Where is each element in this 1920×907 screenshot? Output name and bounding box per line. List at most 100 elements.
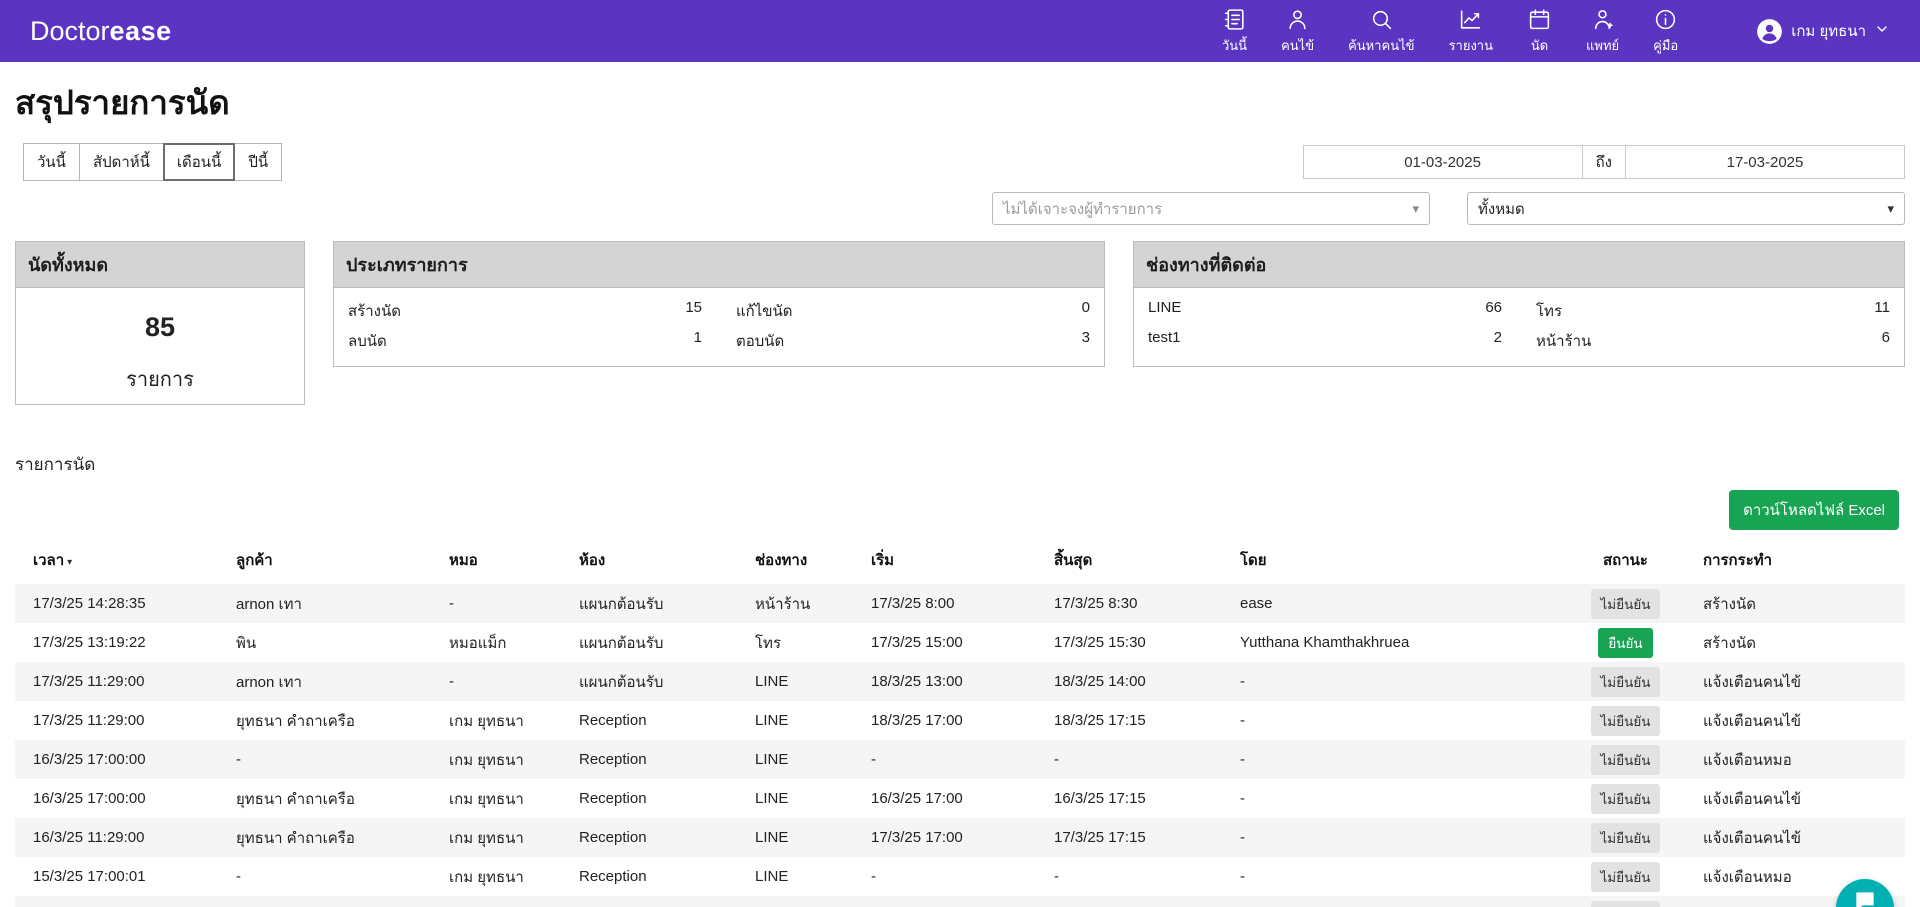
- today-agenda-icon: [1222, 7, 1247, 32]
- cell-status: ไม่ยืนยัน: [1554, 779, 1697, 818]
- column-header[interactable]: สิ้นสุด: [1048, 540, 1234, 584]
- stat-label: แก้ไขนัด: [736, 299, 793, 323]
- cell-by: -: [1234, 779, 1554, 818]
- card-title: ประเภทรายการ: [334, 242, 1104, 288]
- brand-logo[interactable]: Doctorease: [30, 16, 172, 47]
- cell-start: 17/3/25 15:00: [865, 623, 1048, 662]
- date-to-input[interactable]: [1625, 145, 1905, 179]
- stat-item: ตอบนัด3: [736, 326, 1090, 356]
- user-menu[interactable]: เกม ยุทธนา: [1756, 18, 1890, 45]
- cell-channel: LINE: [749, 818, 865, 857]
- cell-by: -: [1234, 857, 1554, 896]
- manual-info-icon: [1653, 7, 1678, 32]
- type-card-items: สร้างนัด15แก้ไขนัด0ลบนัด1ตอบนัด3: [334, 288, 1104, 366]
- column-header[interactable]: สถานะ: [1554, 540, 1697, 584]
- table-header-row: เวลา▾ลูกค้าหมอห้องช่องทางเริ่มสิ้นสุดโดย…: [15, 540, 1905, 584]
- type-filter-select[interactable]: ทั้งหมด ▾: [1467, 192, 1905, 225]
- range-tab[interactable]: ปีนี้: [234, 143, 282, 181]
- date-from-input[interactable]: [1303, 145, 1583, 179]
- secondary-filters-row: ไม่ได้เจาะจงผู้ทำรายการ ▾ ทั้งหมด ▾: [15, 192, 1905, 225]
- cell-doctor: -: [443, 584, 573, 623]
- cell-channel: LINE: [749, 896, 865, 907]
- cell-action: สร้างนัด: [1697, 623, 1905, 662]
- cell-end: 18/3/25 17:15: [1048, 701, 1234, 740]
- column-header[interactable]: หมอ: [443, 540, 573, 584]
- top-navigation-bar: Doctorease วันนี้ คนไข้ค้นหาคนไข้ รายงานนั…: [0, 0, 1920, 62]
- nav-item-report-chart[interactable]: รายงาน: [1449, 7, 1493, 56]
- column-header[interactable]: การกระทำ: [1697, 540, 1905, 584]
- cell-by: -: [1234, 701, 1554, 740]
- nav-item-appointment-calendar[interactable]: นัด: [1527, 7, 1552, 56]
- status-badge: ยืนยัน: [1598, 628, 1652, 658]
- range-tab[interactable]: วันนี้: [23, 143, 80, 181]
- cell-room: แผนกต้อนรับ: [573, 623, 749, 662]
- excel-button-row: ดาวน์โหลดไฟล์ Excel: [15, 490, 1899, 530]
- table-row: 17/3/25 14:28:35arnon เทา-แผนกต้อนรับหน้…: [15, 584, 1905, 623]
- cell-doctor: -: [443, 662, 573, 701]
- download-excel-button[interactable]: ดาวน์โหลดไฟล์ Excel: [1729, 490, 1899, 530]
- stat-item: test12: [1148, 326, 1502, 356]
- cell-end: -: [1048, 857, 1234, 896]
- cell-room: Reception: [573, 818, 749, 857]
- cell-end: 17/3/25 17:15: [1048, 818, 1234, 857]
- column-header[interactable]: ห้อง: [573, 540, 749, 584]
- cell-end: -: [1048, 896, 1234, 907]
- column-header[interactable]: ลูกค้า: [230, 540, 443, 584]
- cell-channel: LINE: [749, 662, 865, 701]
- nav-item-manual-info[interactable]: คู่มือ: [1653, 7, 1678, 56]
- transaction-type-card: ประเภทรายการ สร้างนัด15แก้ไขนัด0ลบนัด1ตอ…: [333, 241, 1105, 367]
- cell-status: ไม่ยืนยัน: [1554, 896, 1697, 907]
- table-row: 15/3/25 17:00:01-เกม ยุทธนาReceptionLINE…: [15, 857, 1905, 896]
- status-badge: ไม่ยืนยัน: [1591, 706, 1661, 736]
- nav-label: นัด: [1531, 35, 1548, 56]
- cell-time: 17/3/25 13:19:22: [15, 623, 230, 662]
- nav-item-today-agenda[interactable]: วันนี้: [1222, 7, 1247, 56]
- column-header[interactable]: ช่องทาง: [749, 540, 865, 584]
- patient-icon: [1285, 7, 1310, 32]
- stat-label: สร้างนัด: [348, 299, 401, 323]
- nav-label: ค้นหาคนไข้: [1348, 35, 1414, 56]
- cell-channel: LINE: [749, 857, 865, 896]
- stat-item: แก้ไขนัด 0: [736, 296, 1090, 326]
- cell-customer: ยุทธนา คำถาเครือ: [230, 818, 443, 857]
- nav-item-patient[interactable]: คนไข้: [1281, 7, 1314, 56]
- nav-item-doctor[interactable]: แพทย์: [1586, 7, 1619, 56]
- cell-customer: arnon เทา: [230, 662, 443, 701]
- column-header[interactable]: เวลา▾: [15, 540, 230, 584]
- cell-end: -: [1048, 740, 1234, 779]
- brand-word-doctor: Doctor: [30, 16, 110, 46]
- operator-filter-select[interactable]: ไม่ได้เจาะจงผู้ทำรายการ ▾: [992, 192, 1430, 225]
- operator-filter-value: ไม่ได้เจาะจงผู้ทำรายการ: [1003, 197, 1162, 221]
- cell-time: 15/3/25 17:00:01: [15, 896, 230, 907]
- stat-item: LINE66: [1148, 296, 1502, 326]
- status-badge: ไม่ยืนยัน: [1591, 589, 1661, 619]
- stat-value: 6: [1882, 329, 1890, 353]
- cell-doctor: เกม ยุทธนา: [443, 857, 573, 896]
- column-header[interactable]: โดย: [1234, 540, 1554, 584]
- cell-start: 18/3/25 13:00: [865, 662, 1048, 701]
- cell-channel: หน้าร้าน: [749, 584, 865, 623]
- cell-action: แจ้งเตือนคนไข้: [1697, 701, 1905, 740]
- cell-channel: LINE: [749, 779, 865, 818]
- chevron-down-icon: [1874, 21, 1890, 42]
- table-row: 15/3/25 17:00:01--แผนกต้อนรับLINE---ไม่ย…: [15, 896, 1905, 907]
- filters-row: วันนี้สัปดาห์นี้เดือนนี้ปีนี้ ถึง: [15, 143, 1905, 181]
- status-badge: ไม่ยืนยัน: [1591, 667, 1661, 697]
- report-chart-icon: [1458, 7, 1483, 32]
- range-tab[interactable]: เดือนนี้: [163, 143, 235, 181]
- total-card-body: 85 รายการ: [16, 288, 304, 395]
- cell-doctor: หมอแม็ก: [443, 623, 573, 662]
- cell-by: -: [1234, 818, 1554, 857]
- cell-channel: โทร: [749, 623, 865, 662]
- column-header[interactable]: เริ่ม: [865, 540, 1048, 584]
- range-tab[interactable]: สัปดาห์นี้: [79, 143, 164, 181]
- stat-label: ลบนัด: [348, 329, 387, 353]
- nav-item-search[interactable]: ค้นหาคนไข้: [1348, 7, 1414, 56]
- stat-value: 0: [1082, 299, 1090, 323]
- appointments-tbody: 17/3/25 14:28:35arnon เทา-แผนกต้อนรับหน้…: [15, 584, 1905, 907]
- status-badge: ไม่ยืนยัน: [1591, 862, 1661, 892]
- cell-time: 16/3/25 11:29:00: [15, 818, 230, 857]
- cell-channel: LINE: [749, 701, 865, 740]
- cell-room: แผนกต้อนรับ: [573, 584, 749, 623]
- cell-doctor: เกม ยุทธนา: [443, 701, 573, 740]
